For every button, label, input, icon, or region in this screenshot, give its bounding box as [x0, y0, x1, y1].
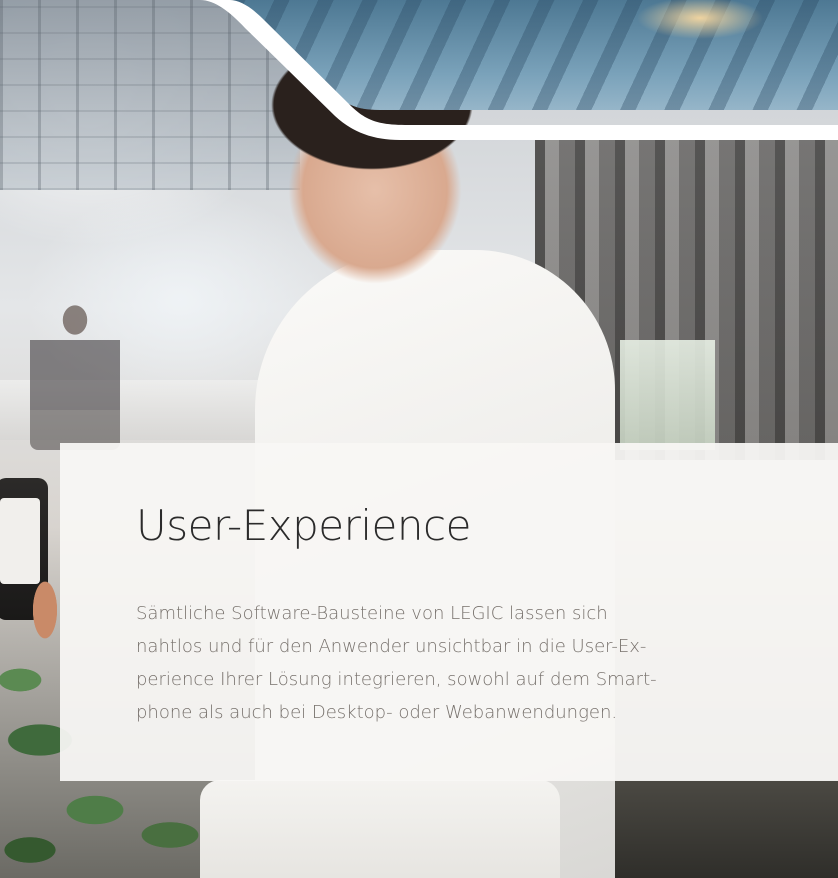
text-card: User-Experience Sämtliche Software-Baust… — [60, 443, 838, 781]
body-line: perience Ihrer Lösung integrieren, sowoh… — [136, 669, 657, 690]
background-person — [30, 300, 120, 450]
man-shirt-lower — [200, 780, 560, 878]
hero-photo: User-Experience Sämtliche Software-Baust… — [0, 0, 838, 878]
body-line: Sämtliche Software-Bausteine von LEGIC l… — [136, 603, 608, 624]
body-line: nahtlos und für den Anwender unsichtbar … — [136, 636, 647, 657]
body-line: phone als auch bei Desktop- oder Webanwe… — [136, 702, 618, 723]
hand — [28, 570, 62, 650]
section-body: Sämtliche Software-Bausteine von LEGIC l… — [136, 597, 796, 729]
section-title: User-Experience — [136, 501, 471, 550]
machinery-panel — [620, 340, 715, 450]
